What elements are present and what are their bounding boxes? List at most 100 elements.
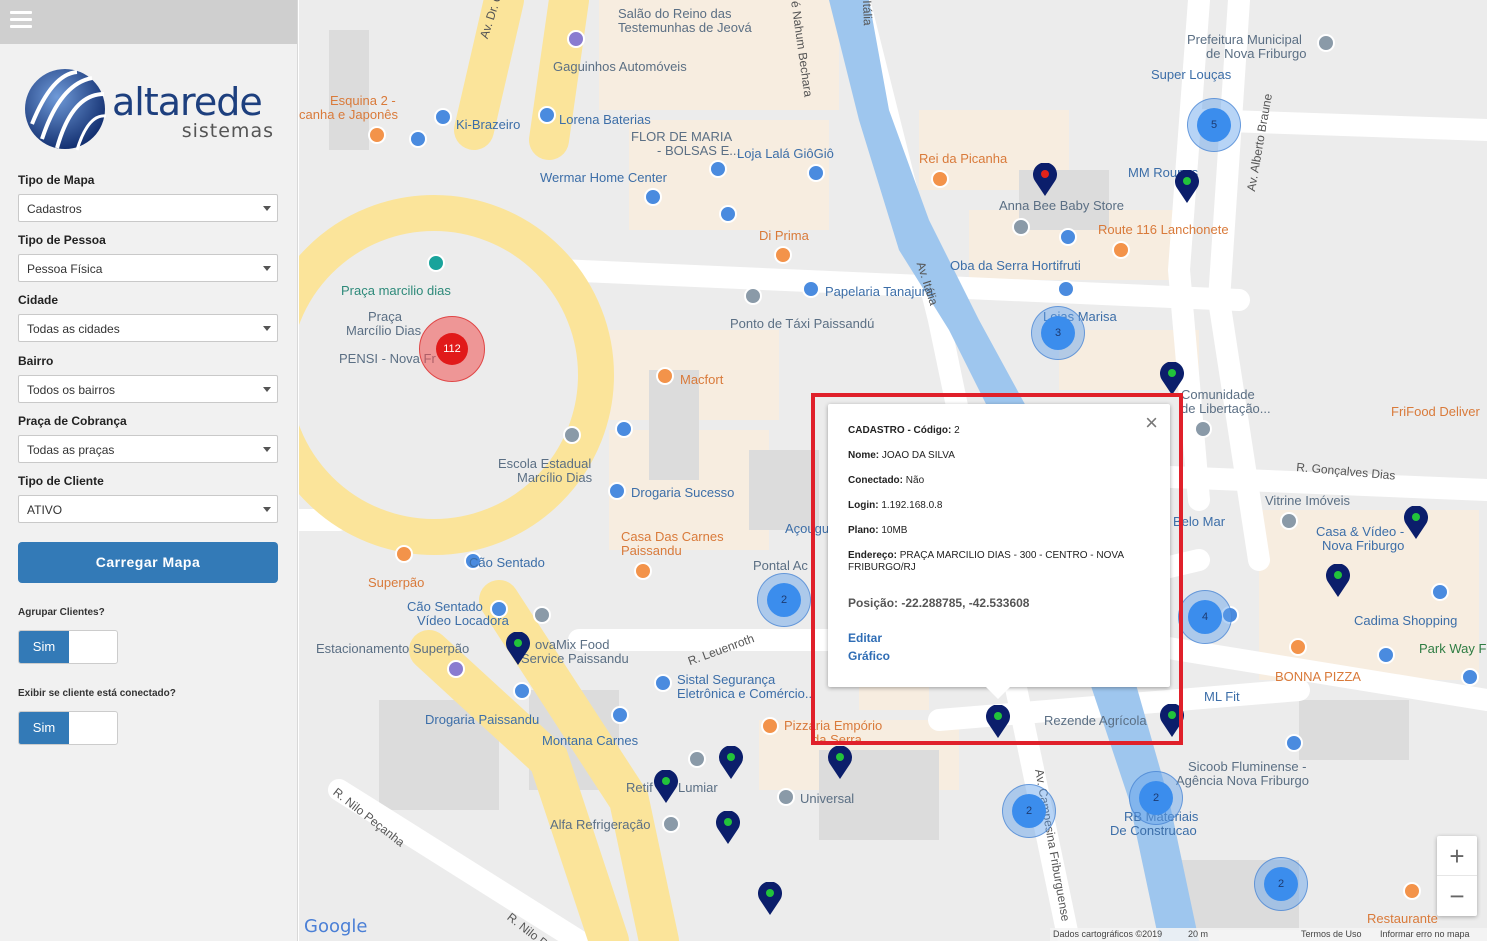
select-tipo-mapa[interactable]: Cadastros: [18, 194, 278, 222]
restaurant-icon[interactable]: [761, 717, 779, 735]
map-label: ovaMix Food: [535, 637, 610, 652]
select-tipo-cliente[interactable]: ATIVO: [18, 495, 278, 523]
restaurant-icon[interactable]: [1289, 638, 1307, 656]
map-label: Super Louças: [1151, 67, 1232, 82]
client-pin-connected-icon[interactable]: [1174, 170, 1200, 204]
shopping-bag-icon[interactable]: [409, 130, 427, 148]
shopping-bag-icon[interactable]: [1377, 646, 1395, 664]
restaurant-icon[interactable]: [395, 545, 413, 563]
map-label: FriFood Deliver: [1391, 404, 1480, 419]
select-tipo-pessoa[interactable]: Pessoa Física: [18, 254, 278, 282]
map-label: Vitrine Imóveis: [1265, 493, 1351, 508]
shopping-bag-icon[interactable]: [1461, 668, 1479, 686]
parking-icon[interactable]: [567, 30, 585, 48]
group-clients-toggle[interactable]: Sim: [18, 630, 118, 664]
shopping-bag-icon[interactable]: [1057, 280, 1075, 298]
map-label: Route 116 Lanchonete: [1098, 222, 1229, 237]
shopping-bag-icon[interactable]: [807, 164, 825, 182]
client-cluster[interactable]: 2: [757, 573, 811, 627]
school-icon[interactable]: [563, 426, 581, 444]
client-cluster[interactable]: 4: [1178, 590, 1232, 644]
shopping-bag-icon[interactable]: [434, 108, 452, 126]
location-icon[interactable]: [744, 287, 762, 305]
shopping-bag-icon[interactable]: [654, 674, 672, 692]
government-icon[interactable]: [1317, 34, 1335, 52]
load-map-button[interactable]: Carregar Mapa: [18, 542, 278, 583]
atm-icon[interactable]: [1285, 734, 1303, 752]
terms-link[interactable]: Termos de Uso: [1301, 929, 1362, 939]
map-data-credit: Dados cartográficos ©2019: [1053, 929, 1163, 939]
client-pin-connected-icon[interactable]: [1403, 506, 1429, 540]
shopping-bag-icon[interactable]: [644, 188, 662, 206]
shopping-bag-icon[interactable]: [709, 160, 727, 178]
map-label: Anna Bee Baby Store: [999, 198, 1125, 213]
camera-icon[interactable]: [427, 254, 445, 272]
client-cluster[interactable]: 2: [1002, 784, 1056, 838]
client-cluster[interactable]: 3: [1031, 306, 1085, 360]
popup-value: 1.192.168.0.8: [881, 500, 943, 511]
parking-icon[interactable]: [447, 660, 465, 678]
location-icon[interactable]: [533, 606, 551, 624]
cluster-count: 3: [1041, 316, 1075, 350]
client-pin-connected-icon[interactable]: [1325, 564, 1351, 598]
map-label: Lumiar: [678, 780, 718, 795]
client-pin-connected-icon[interactable]: [653, 770, 679, 804]
shopping-bag-icon[interactable]: [538, 106, 556, 124]
map-label: Pontal Ac: [753, 558, 808, 573]
select-cidade[interactable]: Todas as cidades: [18, 314, 278, 342]
client-pin-connected-icon[interactable]: [718, 746, 744, 780]
church-icon[interactable]: [1194, 420, 1212, 438]
shopping-bag-icon[interactable]: [719, 205, 737, 223]
client-pin-connected-icon[interactable]: [827, 746, 853, 780]
chart-link[interactable]: Gráfico: [848, 649, 890, 663]
client-cluster[interactable]: 2: [1129, 771, 1183, 825]
client-cluster[interactable]: 112: [419, 316, 485, 382]
restaurant-icon[interactable]: [1112, 241, 1130, 259]
restaurant-icon[interactable]: [634, 562, 652, 580]
client-pin-connected-icon[interactable]: [715, 811, 741, 845]
client-cluster[interactable]: 5: [1187, 98, 1241, 152]
restaurant-icon[interactable]: [1403, 882, 1421, 900]
shopping-bag-icon[interactable]: [608, 482, 626, 500]
cluster-count: 2: [1139, 781, 1173, 815]
client-pin-connected-icon[interactable]: [757, 882, 783, 916]
client-info-popup: × CADASTRO - Código: 2 Nome: JOAO DA SIL…: [828, 404, 1170, 699]
map-label: Cadima Shopping: [1354, 613, 1458, 628]
edit-link[interactable]: Editar: [848, 631, 882, 645]
field-label: Cidade: [18, 293, 59, 307]
shopping-bag-icon[interactable]: [513, 682, 531, 700]
map-label: Esquina 2 -: [330, 93, 396, 108]
select-praca-cobranca[interactable]: Todas as praças: [18, 435, 278, 463]
show-connected-toggle[interactable]: Sim: [18, 711, 118, 745]
location-icon[interactable]: [1280, 512, 1298, 530]
report-error-link[interactable]: Informar erro no mapa: [1380, 929, 1470, 939]
location-icon[interactable]: [777, 788, 795, 806]
shopping-bag-icon[interactable]: [611, 706, 629, 724]
field-bairro: Bairro Todos os bairros: [18, 354, 278, 403]
location-icon[interactable]: [1012, 218, 1030, 236]
shopping-cart-icon[interactable]: [1059, 228, 1077, 246]
location-icon[interactable]: [688, 750, 706, 768]
restaurant-icon[interactable]: [931, 170, 949, 188]
client-pin-connected-icon[interactable]: [505, 632, 531, 666]
map-label: Lorena Baterias: [559, 112, 651, 127]
shopping-bag-icon[interactable]: [802, 280, 820, 298]
popup-value: 2: [954, 425, 960, 436]
map-label: Salão do Reino das: [618, 6, 732, 21]
select-value: Cadastros: [27, 202, 82, 216]
shopping-bag-icon[interactable]: [1431, 583, 1449, 601]
zoom-in-button[interactable]: +: [1437, 836, 1477, 876]
hamburger-menu-icon[interactable]: [10, 11, 32, 29]
shopping-bag-icon[interactable]: [615, 420, 633, 438]
zoom-out-button[interactable]: −: [1437, 876, 1477, 916]
select-bairro[interactable]: Todos os bairros: [18, 375, 278, 403]
sidebar: altarede sistemas Tipo de Mapa Cadastros…: [0, 0, 298, 941]
client-pin-disconnected-icon[interactable]: [1032, 163, 1058, 197]
restaurant-icon[interactable]: [656, 367, 674, 385]
restaurant-icon[interactable]: [774, 246, 792, 264]
client-pin-connected-icon[interactable]: [1159, 362, 1185, 396]
location-icon[interactable]: [662, 815, 680, 833]
restaurant-icon[interactable]: [368, 126, 386, 144]
popup-value: Não: [905, 475, 925, 486]
client-cluster[interactable]: 2: [1254, 857, 1308, 911]
